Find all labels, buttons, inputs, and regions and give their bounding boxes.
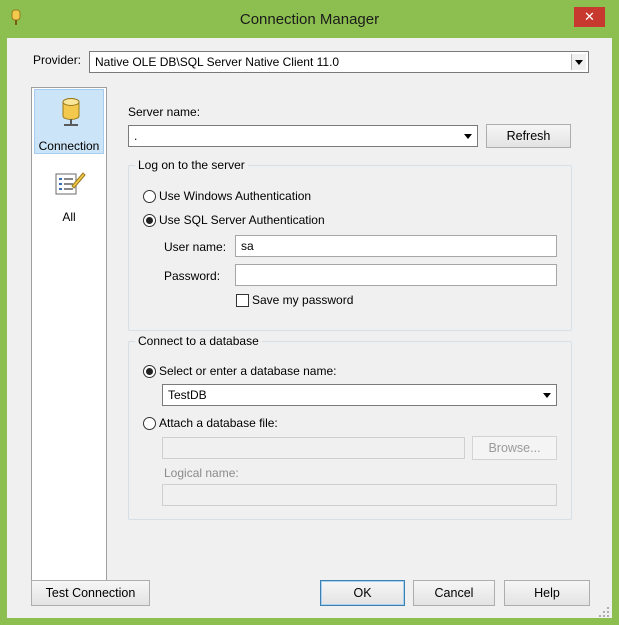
database-name-combo[interactable]: TestDB xyxy=(162,384,557,406)
attach-file-path-field[interactable] xyxy=(162,437,465,459)
provider-value: Native OLE DB\SQL Server Native Client 1… xyxy=(95,55,340,69)
sidebar-item-label: Connection xyxy=(38,139,100,153)
sidebar-item-label: All xyxy=(62,210,76,224)
connection-manager-window: Connection Manager ✕ Provider: Native OL… xyxy=(0,0,619,625)
cancel-button[interactable]: Cancel xyxy=(413,580,495,606)
page-sidebar: Connection All xyxy=(31,87,107,597)
provider-select[interactable]: Native OLE DB\SQL Server Native Client 1… xyxy=(89,51,589,73)
chevron-down-icon[interactable] xyxy=(539,387,554,403)
chevron-down-icon[interactable] xyxy=(460,128,475,144)
sidebar-item-all[interactable]: All xyxy=(34,170,104,228)
dialog-client: Provider: Native OLE DB\SQL Server Nativ… xyxy=(7,38,612,618)
server-name-label: Server name: xyxy=(128,105,201,119)
database-legend: Connect to a database xyxy=(135,334,262,348)
username-label: User name: xyxy=(164,240,227,254)
logon-legend: Log on to the server xyxy=(135,158,248,172)
test-connection-button[interactable]: Test Connection xyxy=(31,580,150,606)
logical-name-field[interactable] xyxy=(162,484,557,506)
database-cylinder-icon xyxy=(62,98,80,126)
help-button[interactable]: Help xyxy=(504,580,590,606)
username-field[interactable]: sa xyxy=(235,235,557,257)
sql-auth-radio[interactable] xyxy=(143,214,156,227)
resize-grip-icon[interactable] xyxy=(598,606,610,618)
server-name-combo[interactable]: . xyxy=(128,125,478,147)
select-database-radio[interactable] xyxy=(143,365,156,378)
windows-auth-label[interactable]: Use Windows Authentication xyxy=(159,189,311,203)
save-password-checkbox[interactable] xyxy=(236,294,249,307)
username-value: sa xyxy=(241,239,254,253)
select-database-label[interactable]: Select or enter a database name: xyxy=(159,364,336,378)
chevron-down-icon[interactable] xyxy=(571,54,586,70)
password-label: Password: xyxy=(164,269,221,283)
close-button[interactable]: ✕ xyxy=(574,7,605,27)
windows-auth-radio[interactable] xyxy=(143,190,156,203)
save-password-label[interactable]: Save my password xyxy=(252,293,353,307)
close-icon: ✕ xyxy=(584,9,595,24)
provider-label: Provider: xyxy=(33,53,82,67)
window-title: Connection Manager xyxy=(239,11,380,28)
attach-file-radio[interactable] xyxy=(143,417,156,430)
database-name-value: TestDB xyxy=(168,388,207,402)
properties-list-icon xyxy=(55,172,86,195)
ok-button[interactable]: OK xyxy=(320,580,405,606)
attach-file-label[interactable]: Attach a database file: xyxy=(159,416,278,430)
password-field[interactable] xyxy=(235,264,557,286)
browse-button[interactable]: Browse... xyxy=(472,436,557,460)
logical-name-label: Logical name: xyxy=(164,466,239,480)
sql-auth-label[interactable]: Use SQL Server Authentication xyxy=(159,213,325,227)
title-bar[interactable]: Connection Manager ✕ xyxy=(0,0,619,38)
server-name-value: . xyxy=(134,129,138,143)
sidebar-item-connection[interactable]: Connection xyxy=(34,89,104,154)
refresh-button[interactable]: Refresh xyxy=(486,124,571,148)
